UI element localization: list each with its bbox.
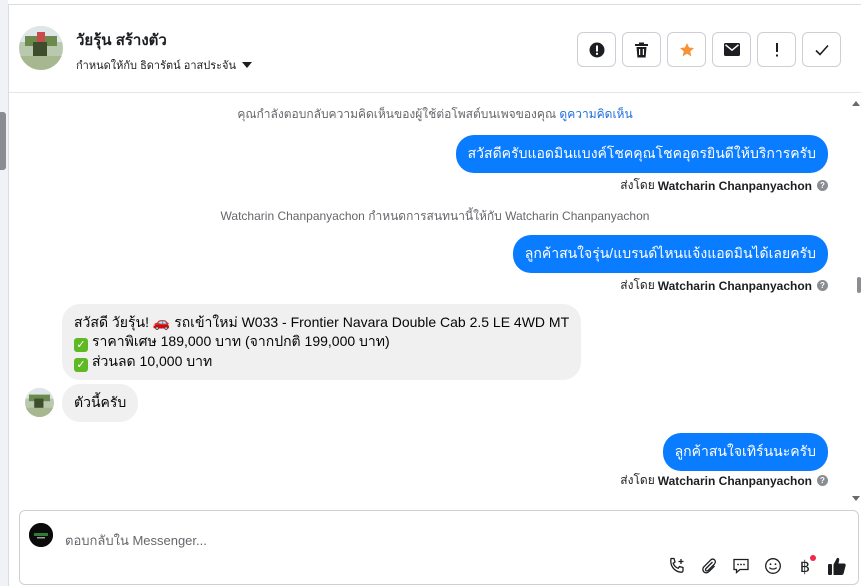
conversation-header: วัยรุ้น สร้างตัว กำหนดให้กับ ธิดารัตน์ อ… (9, 5, 861, 93)
exclamation-circle-icon (589, 42, 604, 57)
sender-name: Watcharin Chanpanyachon (657, 178, 812, 193)
thread-scrollbar[interactable] (851, 101, 861, 501)
incoming-line: สวัสดี วัยรุ้น! 🚗 รถเข้าใหม่ W033 - Fron… (74, 314, 570, 330)
trash-icon (635, 42, 648, 57)
delete-button[interactable] (622, 32, 661, 67)
sent-by-label: ส่งโดย Watcharin Chanpanyachon ? (620, 471, 828, 490)
check-mark-icon: ✓ (74, 358, 88, 372)
assignee-selector[interactable]: กำหนดให้กับ ธิดารัตน์ อาสประจัน (76, 56, 252, 74)
view-comment-link[interactable]: ดูความคิดเห็น (559, 107, 632, 121)
mark-unread-button[interactable] (712, 32, 751, 67)
sent-by-label: ส่งโดย Watcharin Chanpanyachon ? (620, 276, 828, 295)
done-button[interactable] (802, 32, 841, 67)
left-scroll-strip (0, 0, 8, 586)
contact-avatar[interactable] (19, 26, 63, 70)
message-thread[interactable]: คุณกำลังตอบกลับความคิดเห็นของผู้ใช้ต่อโพ… (9, 94, 861, 501)
price-text: ราคาพิเศษ 189,000 บาท (จากปกติ 199,000 บ… (92, 333, 390, 349)
phone-plus-icon[interactable] (666, 555, 688, 577)
thumbs-up-icon[interactable] (826, 555, 848, 577)
conversation-panel: วัยรุ้น สร้างตัว กำหนดให้กับ ธิดารัตน์ อ… (8, 4, 861, 586)
left-scroll-thumb[interactable] (0, 112, 6, 170)
sent-by-prefix: ส่งโดย (620, 178, 655, 192)
question-icon[interactable]: ? (817, 180, 828, 191)
star-icon (679, 42, 694, 56)
composer-tools: ฿ (666, 555, 848, 577)
sender-name: Watcharin Chanpanyachon (657, 278, 812, 293)
sent-by-prefix: ส่งโดย (620, 473, 655, 487)
contact-avatar-small[interactable] (25, 388, 54, 417)
notification-dot (810, 555, 816, 561)
follow-up-button[interactable] (757, 32, 796, 67)
check-mark-icon: ✓ (74, 338, 88, 352)
incoming-message[interactable]: ตัวนี้ครับ (62, 384, 139, 422)
smiley-icon[interactable] (762, 555, 784, 577)
scroll-up-icon[interactable] (852, 101, 860, 106)
check-icon (814, 44, 829, 56)
discount-text: ส่วนลด 10,000 บาท (92, 353, 213, 369)
incoming-line: ✓ ส่วนลด 10,000 บาท (74, 352, 569, 372)
scroll-thumb[interactable] (857, 277, 861, 293)
star-button[interactable] (667, 32, 706, 67)
assignment-event: Watcharin Chanpanyachon กำหนดการสนทนานี้… (220, 209, 650, 223)
question-icon[interactable]: ? (817, 475, 828, 486)
sent-by-prefix: ส่งโดย (620, 278, 655, 292)
reply-context-notice: คุณกำลังตอบกลับความคิดเห็นของผู้ใช้ต่อโพ… (9, 105, 861, 124)
sent-by-label: ส่งโดย Watcharin Chanpanyachon ? (620, 176, 828, 195)
caret-down-icon (242, 62, 252, 68)
sender-name: Watcharin Chanpanyachon (657, 473, 812, 488)
outgoing-message[interactable]: สวัสดีครับแอดมินแบงค์โชคคุณโชคอุดรยินดีใ… (455, 135, 828, 173)
exclamation-icon (775, 42, 778, 56)
paperclip-icon[interactable] (698, 555, 720, 577)
chat-bubble-icon[interactable] (730, 555, 752, 577)
reply-composer[interactable]: ตอบกลับใน Messenger... ฿ (19, 510, 859, 585)
incoming-message[interactable]: สวัสดี วัยรุ้น! 🚗 รถเข้าใหม่ W033 - Fron… (62, 304, 582, 380)
question-icon[interactable]: ? (817, 280, 828, 291)
outgoing-message[interactable]: ลูกค้าสนใจรุ่น/แบรนด์ไหนแจ้งแอดมินได้เลย… (512, 235, 828, 273)
spam-report-button[interactable] (577, 32, 616, 67)
assignee-label: กำหนดให้กับ ธิดารัตน์ อาสประจัน (76, 60, 236, 72)
scroll-down-icon[interactable] (852, 496, 860, 501)
reply-input[interactable]: ตอบกลับใน Messenger... (65, 530, 207, 551)
header-actions (577, 32, 841, 67)
reply-context-text: คุณกำลังตอบกลับความคิดเห็นของผู้ใช้ต่อโพ… (237, 107, 557, 121)
outgoing-message[interactable]: ลูกค้าสนใจเทิร์นนะครับ (662, 433, 828, 471)
page-avatar (29, 523, 53, 547)
envelope-icon (723, 43, 740, 56)
contact-name: วัยรุ้น สร้างตัว (76, 32, 167, 49)
incoming-line: ✓ ราคาพิเศษ 189,000 บาท (จากปกติ 199,000 … (74, 332, 569, 352)
baht-icon[interactable]: ฿ (794, 555, 816, 577)
